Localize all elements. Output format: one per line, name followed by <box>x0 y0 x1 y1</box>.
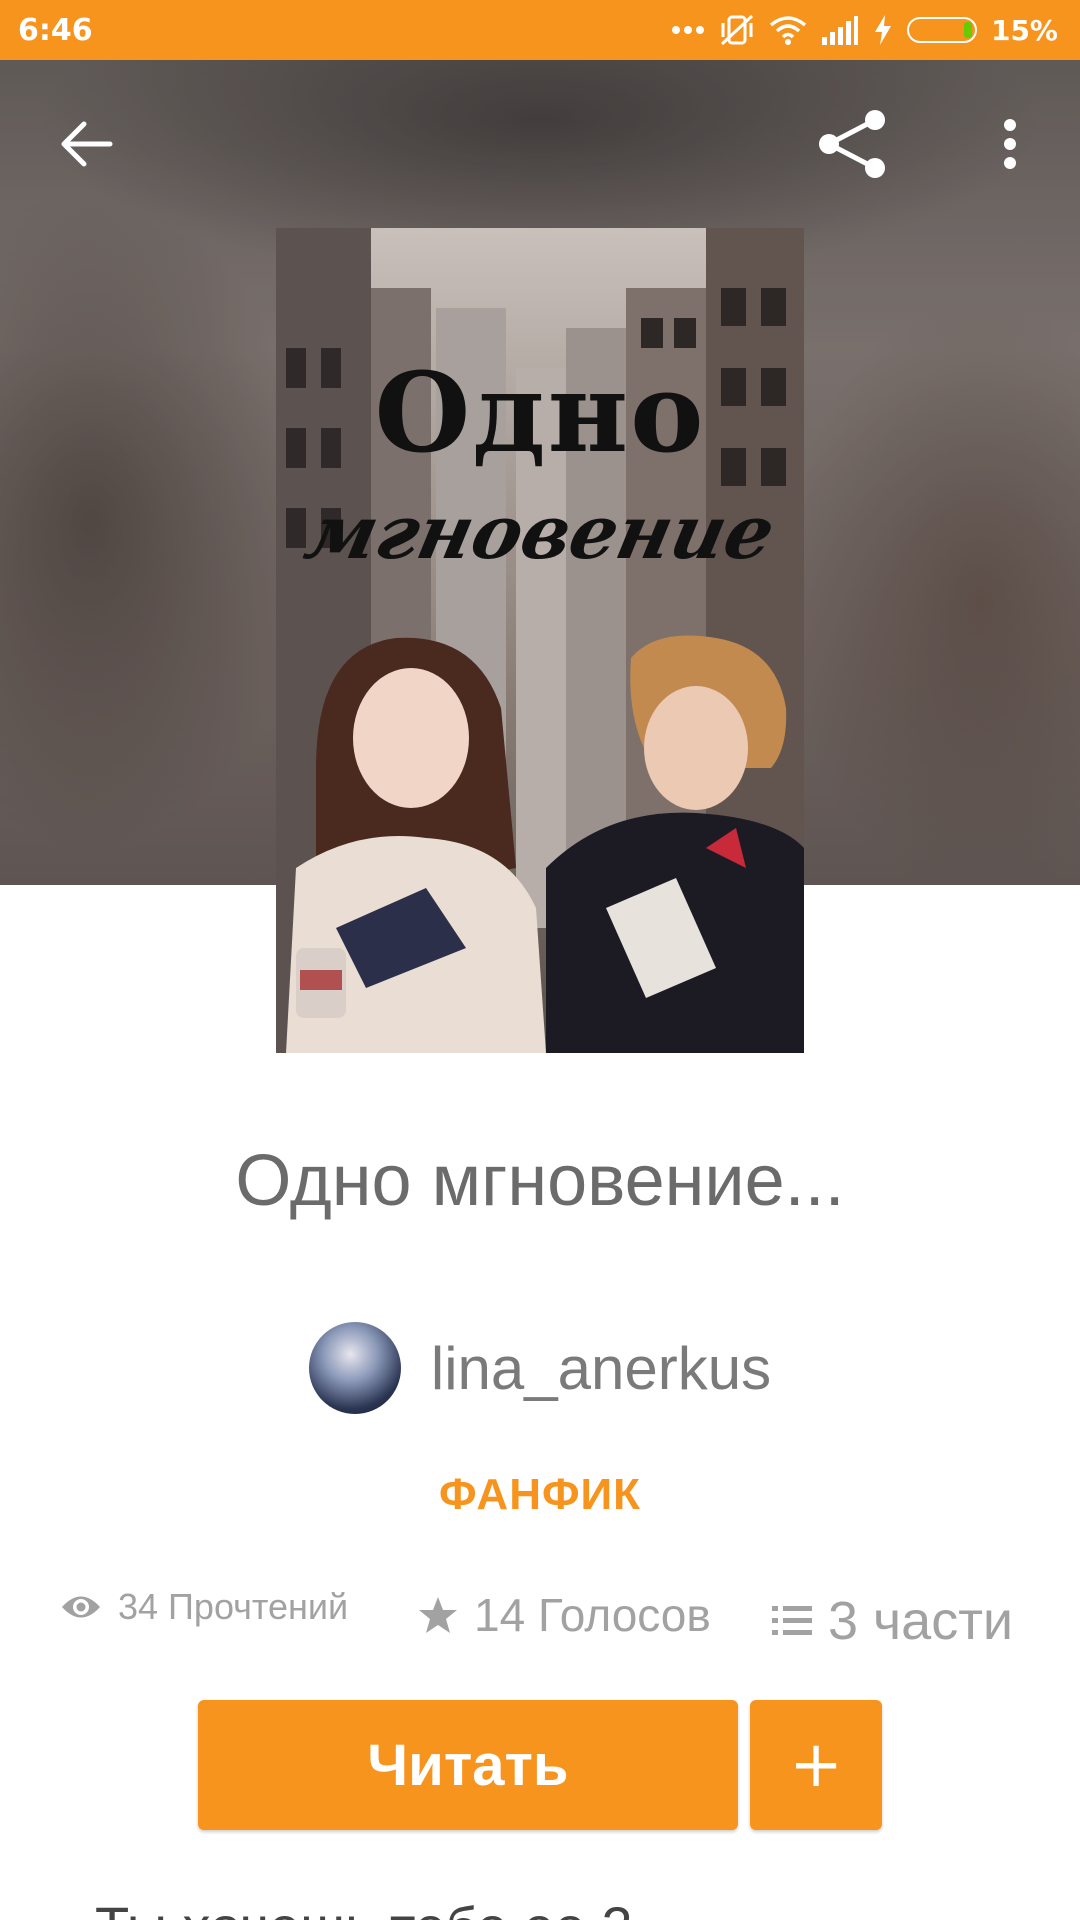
add-to-library-button[interactable]: + <box>750 1700 882 1830</box>
stat-votes: 14 Голосов <box>418 1588 711 1642</box>
story-title: Одно мгновение... <box>235 1141 845 1221</box>
story-cover[interactable]: Одно мгновение <box>276 228 804 1053</box>
share-button[interactable] <box>808 104 898 184</box>
battery-percent: 15% <box>990 13 1058 47</box>
description-text: Ты хочешь тебе ее 2 <box>95 1894 633 1920</box>
cover-title-line-2: мгновение <box>297 490 783 576</box>
author-row[interactable]: lina_anerkus <box>0 1322 1080 1414</box>
more-vertical-icon <box>1004 119 1016 169</box>
stat-parts[interactable]: 3 части <box>772 1590 1013 1652</box>
read-button[interactable]: Читать <box>198 1700 738 1830</box>
parts-count: 3 части <box>828 1591 1014 1651</box>
author-avatar[interactable] <box>308 1322 401 1414</box>
star-icon <box>419 1597 457 1633</box>
more-dots-icon <box>671 26 704 34</box>
votes-count: 14 Голосов <box>474 1589 711 1641</box>
share-icon <box>819 110 885 178</box>
stat-reads: 34 Прочтений <box>60 1586 348 1628</box>
eye-icon <box>62 1596 100 1618</box>
reads-count: 34 Прочтений <box>118 1586 349 1627</box>
list-icon <box>772 1606 812 1635</box>
status-time: 6:46 <box>18 12 93 48</box>
cover-title-line-1: Одно <box>374 348 706 477</box>
wifi-icon <box>769 16 807 45</box>
story-stats: 34 Прочтений 14 Голосов 3 части <box>0 1582 1080 1652</box>
author-name[interactable]: lina_anerkus <box>431 1334 771 1403</box>
vibrate-off-icon <box>720 14 753 46</box>
signal-icon <box>821 16 858 45</box>
status-bar: 6:46 15% <box>0 0 1080 60</box>
arrow-left-icon <box>61 121 113 167</box>
battery-icon <box>906 17 977 43</box>
charging-icon <box>874 15 891 45</box>
category-label[interactable]: ФАНФИК <box>0 1470 1080 1520</box>
status-icons: 15% <box>671 13 1058 47</box>
more-options-button[interactable] <box>985 104 1035 184</box>
back-button[interactable] <box>46 108 126 180</box>
